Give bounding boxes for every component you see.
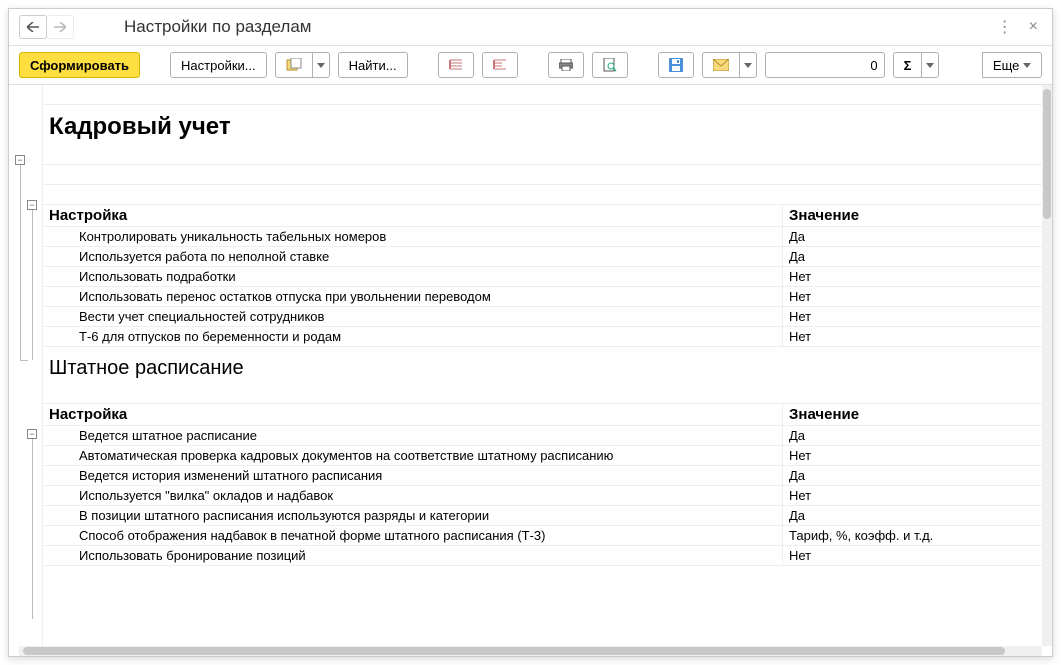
collapse-groups-button[interactable] bbox=[482, 52, 518, 78]
table-row[interactable]: Ведется история изменений штатного распи… bbox=[43, 466, 1042, 486]
col-header-value: Значение bbox=[782, 205, 1042, 226]
app-window: Настройки по разделам ⋮ × Сформировать Н… bbox=[8, 8, 1053, 657]
close-button[interactable]: × bbox=[1025, 18, 1042, 36]
tree-collapse-sub-2[interactable]: − bbox=[27, 429, 37, 439]
horizontal-scrollbar[interactable] bbox=[19, 646, 1042, 656]
table-row[interactable]: Использовать подработкиНет bbox=[43, 267, 1042, 287]
kebab-menu-icon[interactable]: ⋮ bbox=[997, 17, 1013, 37]
toolbar: Сформировать Настройки... Найти... bbox=[9, 46, 1052, 85]
vertical-scrollbar[interactable] bbox=[1042, 85, 1052, 646]
number-input[interactable] bbox=[765, 52, 885, 78]
settings-variant-dropdown[interactable] bbox=[312, 52, 330, 78]
tree-collapse-section-1[interactable]: − bbox=[15, 155, 25, 165]
email-group bbox=[702, 52, 757, 78]
table-header-2: Настройка Значение bbox=[43, 404, 1042, 426]
vertical-scrollbar-thumb[interactable] bbox=[1043, 89, 1051, 219]
sum-button[interactable]: Σ bbox=[893, 52, 923, 78]
back-button[interactable] bbox=[19, 15, 47, 39]
content-area: − − − Кадровый учет Настройка Значение К… bbox=[9, 85, 1052, 646]
settings-button[interactable]: Настройки... bbox=[170, 52, 267, 78]
email-dropdown[interactable] bbox=[739, 52, 757, 78]
col-header-setting: Настройка bbox=[43, 404, 782, 425]
table-row[interactable]: Используется работа по неполной ставкеДа bbox=[43, 247, 1042, 267]
table-row[interactable]: Способ отображения надбавок в печатной ф… bbox=[43, 526, 1042, 546]
sum-group: Σ bbox=[893, 52, 940, 78]
tree-gutter: − − − bbox=[9, 85, 43, 646]
save-button[interactable] bbox=[658, 52, 694, 78]
table-row[interactable]: Ведется штатное расписаниеДа bbox=[43, 426, 1042, 446]
table-row[interactable]: Использовать перенос остатков отпуска пр… bbox=[43, 287, 1042, 307]
forward-button[interactable] bbox=[46, 15, 74, 39]
table-row[interactable]: В позиции штатного расписания используют… bbox=[43, 506, 1042, 526]
settings-variant-button[interactable] bbox=[275, 52, 313, 78]
table-header-1: Настройка Значение bbox=[43, 205, 1042, 227]
report-body[interactable]: Кадровый учет Настройка Значение Контрол… bbox=[43, 85, 1042, 646]
settings-variant-group bbox=[275, 52, 330, 78]
more-button[interactable]: Еще bbox=[982, 52, 1042, 78]
generate-button[interactable]: Сформировать bbox=[19, 52, 140, 78]
table-row[interactable]: Т-6 для отпусков по беременности и родам… bbox=[43, 327, 1042, 347]
more-group: Еще bbox=[983, 52, 1042, 78]
email-button[interactable] bbox=[702, 52, 740, 78]
col-header-value: Значение bbox=[782, 404, 1042, 425]
table-row[interactable]: Автоматическая проверка кадровых докумен… bbox=[43, 446, 1042, 466]
table-row[interactable]: Используется "вилка" окладов и надбавокН… bbox=[43, 486, 1042, 506]
sum-dropdown[interactable] bbox=[921, 52, 939, 78]
find-button[interactable]: Найти... bbox=[338, 52, 408, 78]
titlebar: Настройки по разделам ⋮ × bbox=[9, 9, 1052, 46]
expand-groups-button[interactable] bbox=[438, 52, 474, 78]
horizontal-scrollbar-thumb[interactable] bbox=[23, 647, 1005, 655]
col-header-setting: Настройка bbox=[43, 205, 782, 226]
table-row[interactable]: Контролировать уникальность табельных но… bbox=[43, 227, 1042, 247]
table-row[interactable]: Вести учет специальностей сотрудниковНет bbox=[43, 307, 1042, 327]
page-title: Настройки по разделам bbox=[124, 17, 997, 37]
print-button[interactable] bbox=[548, 52, 584, 78]
section-title-1: Кадровый учет bbox=[43, 105, 1042, 145]
tree-collapse-sub-1[interactable]: − bbox=[27, 200, 37, 210]
table-row[interactable]: Использовать бронирование позицийНет bbox=[43, 546, 1042, 566]
section-title-2: Штатное расписание bbox=[43, 347, 1042, 384]
preview-button[interactable] bbox=[592, 52, 628, 78]
